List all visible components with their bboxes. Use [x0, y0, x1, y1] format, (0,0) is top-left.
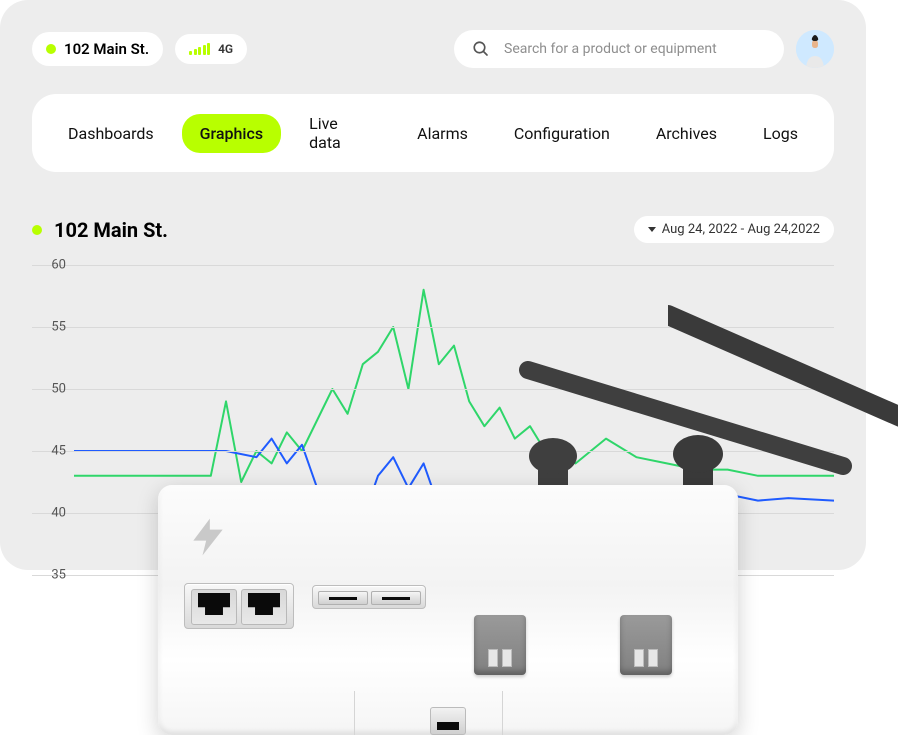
vent-slit	[354, 691, 355, 735]
signal-pill[interactable]: 4G	[175, 34, 247, 64]
signal-label: 4G	[218, 42, 233, 56]
chart-title: 102 Main St.	[54, 218, 168, 242]
usb-port[interactable]	[371, 591, 421, 605]
search-input[interactable]: Search for a product or equipment	[454, 30, 784, 68]
tab-live-data[interactable]: Live data	[291, 104, 389, 162]
tab-alarms[interactable]: Alarms	[399, 114, 486, 153]
date-range-picker[interactable]: Aug 24, 2022 - Aug 24,2022	[634, 216, 834, 243]
usb-port-group	[312, 585, 426, 609]
tab-dashboards[interactable]: Dashboards	[50, 114, 172, 153]
usb-port[interactable]	[318, 591, 368, 605]
tab-archives[interactable]: Archives	[638, 114, 735, 153]
gridline	[32, 451, 834, 452]
status-dot-icon	[32, 225, 42, 235]
y-axis-tick: 45	[32, 444, 66, 459]
caret-down-icon	[648, 227, 656, 232]
date-range-label: Aug 24, 2022 - Aug 24,2022	[662, 222, 820, 237]
top-bar: 102 Main St. 4G Search for a product or …	[32, 30, 834, 68]
avatar-icon	[796, 30, 834, 68]
power-socket[interactable]	[620, 615, 672, 675]
signal-bars-icon	[189, 43, 210, 55]
aux-port[interactable]	[430, 707, 466, 735]
status-dot-icon	[46, 44, 56, 54]
vent-slit	[502, 691, 503, 735]
address-pill[interactable]: 102 Main St.	[32, 32, 163, 66]
series-green	[74, 290, 834, 482]
address-label: 102 Main St.	[64, 40, 149, 58]
y-axis-tick: 40	[32, 506, 66, 521]
tab-graphics[interactable]: Graphics	[182, 114, 281, 153]
y-axis-tick: 35	[32, 568, 66, 583]
search-icon	[472, 40, 490, 58]
ethernet-port-group	[184, 583, 294, 629]
y-axis-tick: 50	[32, 382, 66, 397]
y-axis-tick: 55	[32, 320, 66, 335]
tabs-bar: Dashboards Graphics Live data Alarms Con…	[32, 94, 834, 172]
tab-configuration[interactable]: Configuration	[496, 114, 628, 153]
router-device	[158, 475, 738, 735]
chart-header: 102 Main St. Aug 24, 2022 - Aug 24,2022	[32, 216, 834, 243]
device-body	[158, 485, 738, 735]
gridline	[32, 327, 834, 328]
search-placeholder: Search for a product or equipment	[504, 41, 717, 57]
gridline	[32, 389, 834, 390]
y-axis-tick: 60	[32, 258, 66, 273]
ethernet-port[interactable]	[241, 589, 287, 625]
avatar[interactable]	[796, 30, 834, 68]
tab-logs[interactable]: Logs	[745, 114, 816, 153]
lightning-icon	[186, 515, 230, 559]
power-socket[interactable]	[474, 615, 526, 675]
ethernet-port[interactable]	[191, 589, 237, 625]
gridline	[32, 265, 834, 266]
